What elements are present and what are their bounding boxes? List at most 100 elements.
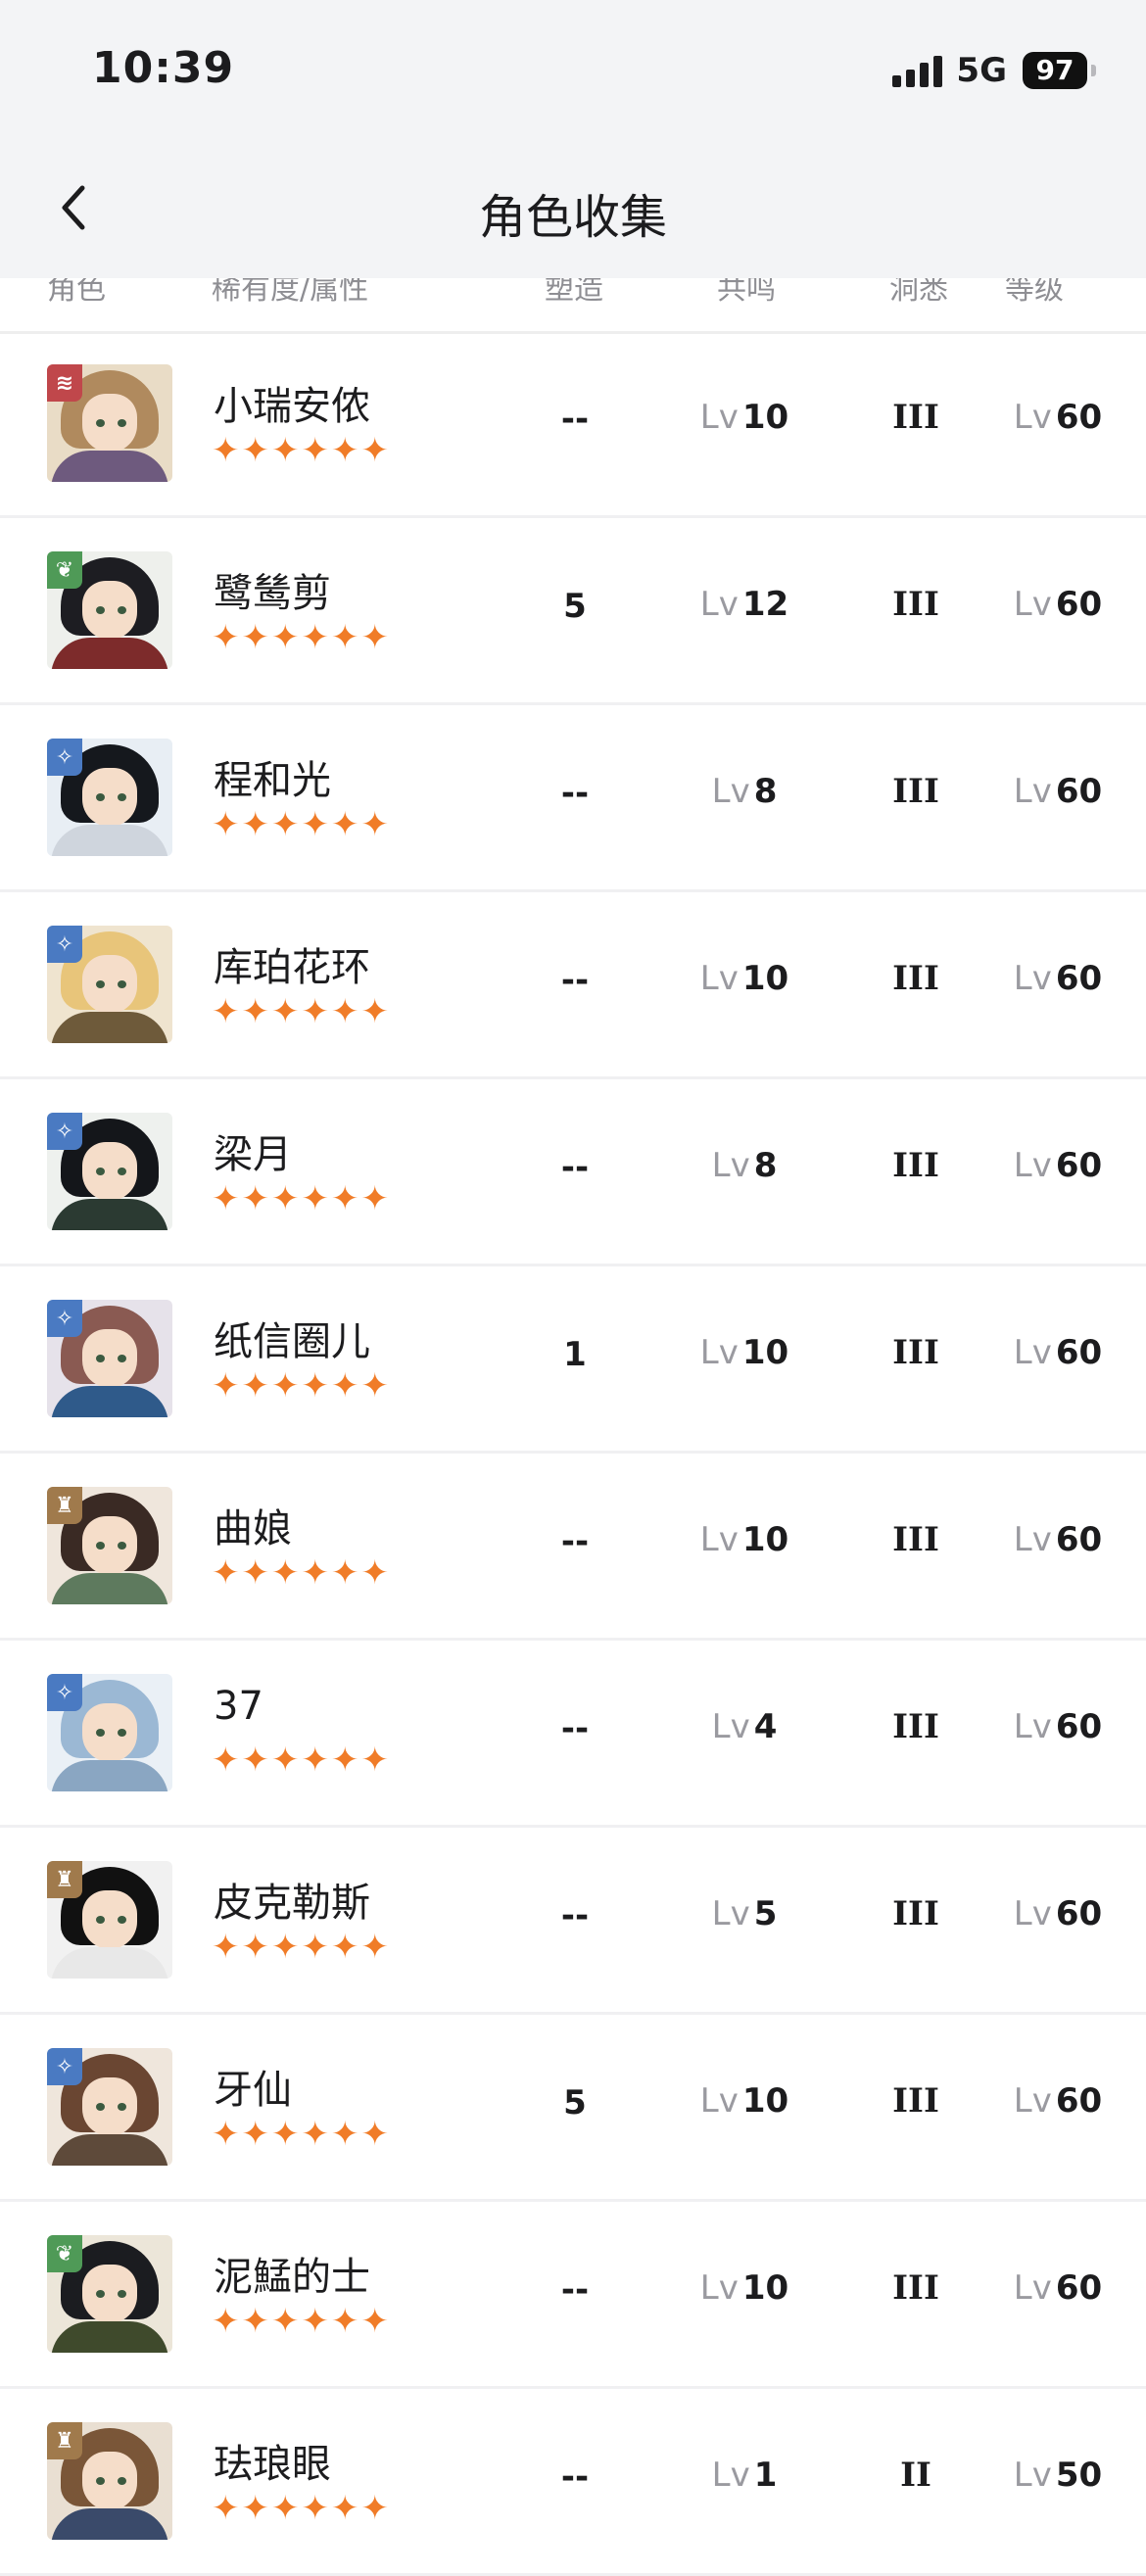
insight-value: III	[892, 1707, 939, 1746]
signal-icon	[892, 54, 943, 87]
element-leaf-icon: ❦	[47, 2235, 82, 2272]
element-rock-icon: ♜	[47, 1861, 82, 1898]
element-wind-icon: ≋	[47, 364, 82, 402]
resonance-value: Lv 10	[699, 1333, 789, 1372]
shaping-value: --	[560, 961, 590, 1000]
app-header: 10:39 5G 97 角色收集	[0, 0, 1146, 278]
element-star-icon: ✧	[47, 739, 82, 776]
character-row[interactable]: ♜ 曲娘 ✦✦✦✦✦✦ -- Lv 10 III Lv 60	[0, 1454, 1146, 1641]
shaping-value: --	[560, 1522, 590, 1561]
character-name: 程和光	[214, 758, 331, 803]
element-rock-icon: ♜	[47, 1487, 82, 1524]
shaping-value: --	[560, 1148, 590, 1187]
character-name: 皮克勒斯	[214, 1881, 370, 1926]
shaping-value: --	[560, 1709, 590, 1748]
level-value: Lv 50	[1013, 2456, 1103, 2495]
resonance-value: Lv 8	[711, 772, 778, 811]
character-name: 鹭鸶剪	[214, 571, 331, 616]
rarity-stars: ✦✦✦✦✦✦	[212, 1179, 391, 1218]
character-portrait: ✧	[47, 1300, 172, 1417]
element-rock-icon: ♜	[47, 2422, 82, 2459]
character-row[interactable]: ♜ 皮克勒斯 ✦✦✦✦✦✦ -- Lv 5 III Lv 60	[0, 1828, 1146, 2015]
character-portrait: ♜	[47, 1487, 172, 1604]
character-row[interactable]: ♜ 珐琅眼 ✦✦✦✦✦✦ -- Lv 1 II Lv 50	[0, 2389, 1146, 2576]
network-type: 5G	[956, 51, 1007, 90]
rarity-stars: ✦✦✦✦✦✦	[212, 618, 391, 657]
character-name: 泥鯭的士	[214, 2255, 370, 2300]
character-name: 37	[214, 1684, 263, 1729]
rarity-stars: ✦✦✦✦✦✦	[212, 805, 391, 844]
shaping-value: 5	[563, 2083, 587, 2123]
resonance-value: Lv 10	[699, 959, 789, 998]
resonance-value: Lv 10	[699, 398, 789, 437]
character-name: 梁月	[214, 1132, 292, 1177]
element-star-icon: ✧	[47, 1300, 82, 1337]
character-row[interactable]: ✧ 库珀花环 ✦✦✦✦✦✦ -- Lv 10 III Lv 60	[0, 892, 1146, 1079]
character-row[interactable]: ❦ 泥鯭的士 ✦✦✦✦✦✦ -- Lv 10 III Lv 60	[0, 2202, 1146, 2389]
battery-level: 97	[1035, 54, 1074, 86]
level-value: Lv 60	[1013, 398, 1103, 437]
shaping-value: --	[560, 774, 590, 813]
character-name: 小瑞安侬	[214, 384, 370, 429]
insight-value: III	[892, 959, 939, 998]
status-time: 10:39	[92, 43, 235, 93]
character-portrait: ✧	[47, 739, 172, 856]
character-portrait: ❦	[47, 2235, 172, 2353]
element-star-icon: ✧	[47, 926, 82, 963]
character-row[interactable]: ✧ 37 ✦✦✦✦✦✦ -- Lv 4 III Lv 60	[0, 1641, 1146, 1828]
element-star-icon: ✧	[47, 2048, 82, 2085]
resonance-value: Lv 8	[711, 1146, 778, 1185]
element-leaf-icon: ❦	[47, 551, 82, 589]
insight-value: III	[892, 2268, 939, 2308]
character-row[interactable]: ✧ 纸信圈儿 ✦✦✦✦✦✦ 1 Lv 10 III Lv 60	[0, 1266, 1146, 1454]
shaping-value: --	[560, 400, 590, 439]
character-name: 库珀花环	[214, 945, 370, 990]
character-list: ≋ 小瑞安侬 ✦✦✦✦✦✦ -- Lv 10 III Lv 60 ❦ 鹭鸶剪 ✦✦✦…	[0, 331, 1146, 2576]
level-value: Lv 60	[1013, 959, 1103, 998]
level-value: Lv 60	[1013, 2268, 1103, 2308]
character-row[interactable]: ✧ 程和光 ✦✦✦✦✦✦ -- Lv 8 III Lv 60	[0, 705, 1146, 892]
insight-value: III	[892, 585, 939, 624]
level-value: Lv 60	[1013, 772, 1103, 811]
resonance-value: Lv 10	[699, 2268, 789, 2308]
insight-value: III	[892, 2081, 939, 2121]
character-portrait: ❦	[47, 551, 172, 669]
level-value: Lv 60	[1013, 1707, 1103, 1746]
level-value: Lv 60	[1013, 1146, 1103, 1185]
element-star-icon: ✧	[47, 1674, 82, 1711]
insight-value: III	[892, 398, 939, 437]
level-value: Lv 60	[1013, 1894, 1103, 1933]
resonance-value: Lv 10	[699, 1520, 789, 1559]
character-row[interactable]: ❦ 鹭鸶剪 ✦✦✦✦✦✦ 5 Lv 12 III Lv 60	[0, 518, 1146, 705]
insight-value: III	[892, 1146, 939, 1185]
rarity-stars: ✦✦✦✦✦✦	[212, 431, 391, 470]
level-value: Lv 60	[1013, 585, 1103, 624]
character-row[interactable]: ✧ 梁月 ✦✦✦✦✦✦ -- Lv 8 III Lv 60	[0, 1079, 1146, 1266]
shaping-value: --	[560, 2270, 590, 2310]
resonance-value: Lv 12	[699, 585, 789, 624]
character-name: 曲娘	[214, 1506, 292, 1551]
rarity-stars: ✦✦✦✦✦✦	[212, 1366, 391, 1406]
shaping-value: 5	[563, 587, 587, 626]
insight-value: III	[892, 1333, 939, 1372]
rarity-stars: ✦✦✦✦✦✦	[212, 2115, 391, 2154]
character-name: 纸信圈儿	[214, 1319, 370, 1364]
shaping-value: --	[560, 1896, 590, 1935]
element-star-icon: ✧	[47, 1113, 82, 1150]
resonance-value: Lv 10	[699, 2081, 789, 2121]
character-row[interactable]: ≋ 小瑞安侬 ✦✦✦✦✦✦ -- Lv 10 III Lv 60	[0, 331, 1146, 518]
level-value: Lv 60	[1013, 1520, 1103, 1559]
insight-value: III	[892, 1894, 939, 1933]
rarity-stars: ✦✦✦✦✦✦	[212, 1928, 391, 1967]
character-portrait: ✧	[47, 926, 172, 1043]
level-value: Lv 60	[1013, 1333, 1103, 1372]
rarity-stars: ✦✦✦✦✦✦	[212, 1553, 391, 1593]
character-name: 牙仙	[214, 2068, 292, 2113]
shaping-value: --	[560, 2457, 590, 2497]
rarity-stars: ✦✦✦✦✦✦	[212, 2489, 391, 2528]
character-name: 珐琅眼	[214, 2442, 331, 2487]
character-row[interactable]: ✧ 牙仙 ✦✦✦✦✦✦ 5 Lv 10 III Lv 60	[0, 2015, 1146, 2202]
page-title: 角色收集	[478, 190, 667, 245]
status-icons: 5G 97	[892, 51, 1096, 90]
character-portrait: ≋	[47, 364, 172, 482]
